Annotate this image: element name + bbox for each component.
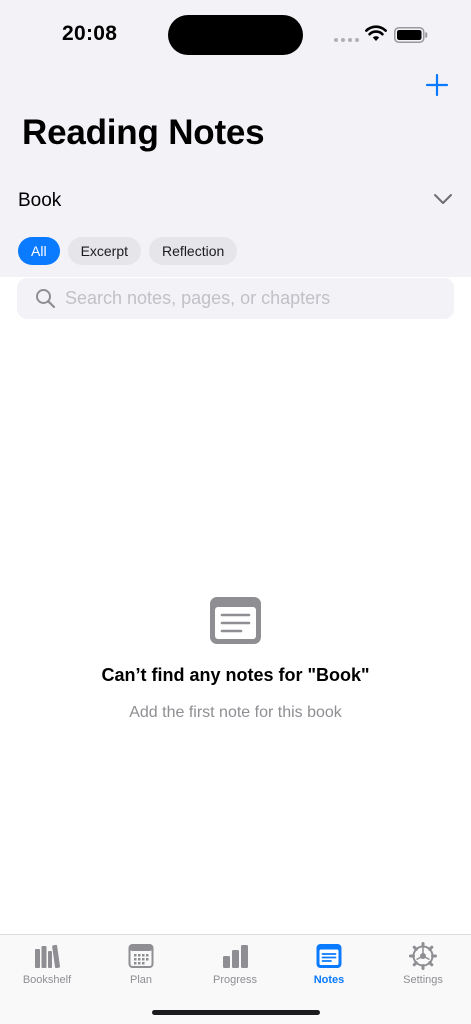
filter-chip-excerpt[interactable]: Excerpt (67, 237, 142, 265)
search-icon (36, 289, 56, 309)
bookshelf-icon (35, 944, 61, 969)
gear-icon (409, 942, 437, 970)
tab-notes-label: Notes (313, 974, 345, 986)
tab-settings[interactable]: Settings (376, 935, 470, 995)
status-time: 20:08 (62, 22, 118, 45)
home-indicator[interactable] (152, 1010, 320, 1015)
empty-state-title: Can’t find any notes for "Book" (101, 665, 370, 685)
empty-state-subtitle: Add the first note for this book (129, 704, 342, 721)
tab-progress-label: Progress (212, 974, 258, 986)
search-bar[interactable] (17, 278, 454, 319)
dynamic-island (168, 15, 303, 55)
add-note-button[interactable] (424, 72, 450, 98)
battery-icon (394, 27, 428, 43)
tab-progress[interactable]: Progress (188, 935, 282, 995)
notes-icon (316, 944, 342, 968)
tab-bookshelf[interactable]: Bookshelf (0, 935, 94, 995)
filter-chip-all[interactable]: All (18, 237, 60, 265)
tab-bookshelf-label: Bookshelf (22, 974, 72, 986)
cellular-signal-icon (334, 38, 359, 42)
filter-chips: All Excerpt Reflection (18, 237, 238, 265)
note-icon (210, 597, 261, 644)
chevron-down-icon (434, 194, 452, 204)
book-selector-label: Book (18, 190, 62, 211)
search-input[interactable] (65, 278, 445, 319)
bar-chart-icon (223, 945, 248, 968)
plus-icon (425, 73, 449, 97)
tab-settings-label: Settings (403, 974, 443, 986)
book-selector[interactable]: Book (0, 180, 471, 222)
tab-notes[interactable]: Notes (282, 935, 376, 995)
tab-plan[interactable]: Plan (94, 935, 188, 995)
calendar-icon (128, 944, 154, 968)
filter-chip-reflection[interactable]: Reflection (149, 237, 238, 265)
tab-plan-label: Plan (129, 974, 153, 986)
page-title: Reading Notes (22, 113, 265, 152)
wifi-icon (365, 25, 387, 41)
